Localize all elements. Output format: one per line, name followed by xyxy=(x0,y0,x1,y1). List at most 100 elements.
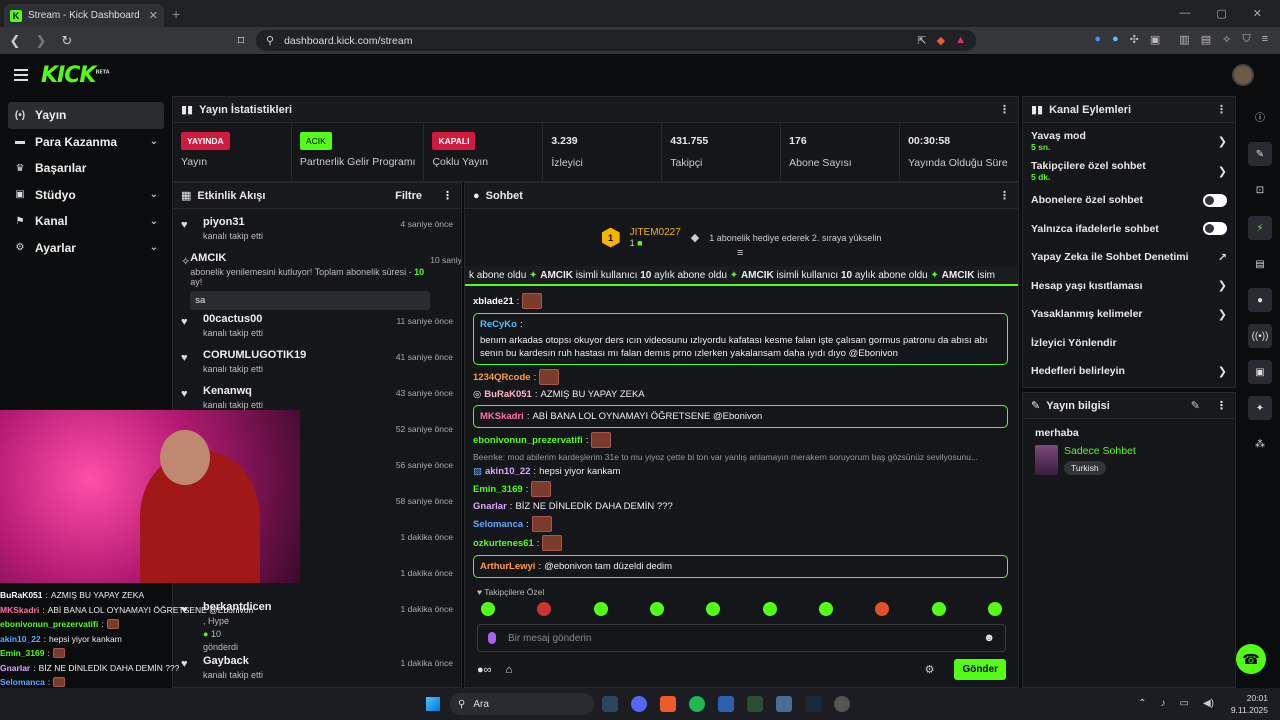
chat-username[interactable]: 1234QRcode xyxy=(473,371,531,384)
chat-username[interactable]: ozkurtenes61 xyxy=(473,537,534,550)
action-6[interactable]: Yasaklanmış kelimeler ❯ xyxy=(1023,300,1235,329)
extension-icon[interactable]: ▣ xyxy=(1150,33,1160,46)
emote-icon[interactable] xyxy=(706,602,721,616)
chevron-down-icon[interactable]: ⌄ xyxy=(150,216,158,227)
edit-icon[interactable]: ✎ xyxy=(1248,142,1272,166)
volume-icon[interactable]: ◀) xyxy=(1203,698,1214,709)
action-1[interactable]: Takipçilere özel sohbet 5 dk. ❯ xyxy=(1023,156,1235,186)
menu-icon[interactable]: ≡ xyxy=(1262,33,1268,46)
community-icon[interactable]: ●∞ xyxy=(477,664,492,676)
browser-tab[interactable]: K Stream - Kick Dashboard ✕ xyxy=(4,4,164,27)
taskbar-search[interactable]: ⚲ Ara xyxy=(450,693,594,715)
maximize-icon[interactable]: ▢ xyxy=(1216,7,1226,20)
emote-icon[interactable] xyxy=(931,602,946,616)
clock[interactable]: 20:01 9.11.2025 xyxy=(1231,692,1268,716)
help-button[interactable]: ☎ xyxy=(1236,644,1266,674)
user-avatar[interactable] xyxy=(1232,64,1254,86)
nav-item-5[interactable]: ⚙ Ayarlar ⌄ xyxy=(8,235,164,262)
store-icon[interactable]: ⌂ xyxy=(506,664,513,676)
spotify-icon[interactable] xyxy=(689,696,705,712)
edit-icon[interactable]: ✎ xyxy=(1191,399,1200,412)
collapse-icon[interactable]: ≡ xyxy=(737,247,743,259)
nav-item-3[interactable]: ▣ Stüdyo ⌄ xyxy=(8,182,164,209)
chat-username[interactable]: Emin_3169 xyxy=(473,483,523,496)
mic-icon[interactable]: ♪ xyxy=(1161,698,1166,709)
share-icon[interactable]: ⇱ xyxy=(917,34,926,47)
emote-icon[interactable] xyxy=(537,602,552,616)
kick-logo[interactable]: KICKBETA xyxy=(41,63,110,88)
filter-button[interactable]: Filtre xyxy=(395,190,422,202)
chevron-right-icon[interactable]: ❯ xyxy=(1218,279,1227,292)
category-name[interactable]: Sadece Sohbet xyxy=(1064,445,1136,457)
chevron-right-icon[interactable]: ❯ xyxy=(1218,365,1227,378)
mic-icon[interactable] xyxy=(488,632,496,644)
action-0[interactable]: Yavaş mod 5 sn. ❯ xyxy=(1023,126,1235,156)
lightning-icon[interactable]: ⚡ xyxy=(1248,216,1272,240)
app-icon[interactable] xyxy=(776,696,792,712)
emote-icon[interactable] xyxy=(593,602,608,616)
wallet-icon[interactable]: ▤ xyxy=(1201,33,1211,46)
rewards-icon[interactable]: ▲ xyxy=(955,34,966,47)
toggle-switch[interactable] xyxy=(1203,193,1227,207)
action-5[interactable]: Hesap yaşı kısıtlaması ❯ xyxy=(1023,272,1235,301)
app-icon[interactable] xyxy=(747,696,763,712)
info-icon[interactable]: ⓘ xyxy=(1248,104,1272,128)
nav-item-4[interactable]: ⚑ Kanal ⌄ xyxy=(8,208,164,235)
chevron-down-icon[interactable]: ⌄ xyxy=(150,136,158,147)
windows-start-icon[interactable] xyxy=(426,697,440,711)
reload-icon[interactable]: ↻ xyxy=(60,33,74,49)
emote-icon[interactable] xyxy=(762,602,777,616)
nav-item-2[interactable]: ♛ Başarılar xyxy=(8,155,164,182)
chat-bubble-icon[interactable]: ● xyxy=(1248,288,1272,312)
emote-icon[interactable] xyxy=(875,602,890,616)
emote-icon[interactable] xyxy=(818,602,833,616)
close-tab-icon[interactable]: ✕ xyxy=(149,9,158,22)
extension-icon[interactable]: ● xyxy=(1094,33,1101,46)
chevron-right-icon[interactable]: ❯ xyxy=(1218,165,1227,178)
chat-username[interactable]: Gnarlar xyxy=(473,500,507,513)
network-icon[interactable]: ▭ xyxy=(1180,698,1189,709)
bookmark-icon[interactable]: ⌑ xyxy=(234,33,248,49)
action-4[interactable]: Yapay Zeka ile Sohbet Denetimi ↗ xyxy=(1023,243,1235,272)
back-icon[interactable]: ❮ xyxy=(8,33,22,49)
new-tab-button[interactable]: + xyxy=(172,6,180,22)
more-options-icon[interactable]: ⋮ xyxy=(999,189,1010,202)
chevron-down-icon[interactable]: ⌄ xyxy=(150,242,158,253)
media-icon[interactable]: ▣ xyxy=(1248,360,1272,384)
brave-icon[interactable] xyxy=(660,696,676,712)
emoji-icon[interactable]: ☻ xyxy=(983,632,995,644)
emote-icon[interactable] xyxy=(481,602,495,616)
send-button[interactable]: Gönder xyxy=(954,659,1006,680)
close-window-icon[interactable]: ✕ xyxy=(1253,7,1262,20)
minimize-icon[interactable]: — xyxy=(1179,7,1190,20)
forward-icon[interactable]: ❯ xyxy=(34,33,48,49)
chevron-down-icon[interactable]: ⌄ xyxy=(150,189,158,200)
leo-icon[interactable]: ✧ xyxy=(1222,33,1231,46)
pinned-gifter[interactable]: 1 JITEM0227 1 ■ ◆ 1 abonelik hediye eder… xyxy=(465,209,1018,266)
chat-username[interactable]: akin10_22 xyxy=(485,465,530,478)
brave-shield-icon[interactable]: ◆ xyxy=(937,34,945,47)
camera-icon[interactable]: ⊡ xyxy=(1248,178,1272,202)
chat-username[interactable]: ArthurLewyi xyxy=(480,560,535,573)
chat-username[interactable]: MKSkadri xyxy=(480,410,524,423)
action-3[interactable]: Yalnızca ifadelerle sohbet xyxy=(1023,215,1235,244)
emote-icon[interactable] xyxy=(649,602,664,616)
steam-icon[interactable] xyxy=(805,696,821,712)
action-7[interactable]: İzleyici Yönlendir xyxy=(1023,329,1235,358)
url-field[interactable]: ⚲ dashboard.kick.com/stream ⇱ ◆ ▲ xyxy=(256,30,976,51)
chat-input[interactable]: Bir mesaj gönderin ☻ xyxy=(477,624,1006,652)
chevron-up-icon[interactable]: ⌃ xyxy=(1138,698,1146,709)
external-link-icon[interactable]: ↗ xyxy=(1218,251,1227,264)
vpn-icon[interactable]: ⛉ xyxy=(1242,33,1250,46)
app-icon[interactable] xyxy=(718,696,734,712)
document-icon[interactable]: ▤ xyxy=(1248,252,1272,276)
toggle-switch[interactable] xyxy=(1203,222,1227,236)
chevron-right-icon[interactable]: ❯ xyxy=(1218,308,1227,321)
action-2[interactable]: Abonelere özel sohbet xyxy=(1023,186,1235,215)
sidebar-icon[interactable]: ▥ xyxy=(1179,33,1189,46)
more-options-icon[interactable]: ⋮ xyxy=(442,189,453,202)
more-options-icon[interactable]: ⋮ xyxy=(1216,103,1227,116)
nav-item-1[interactable]: ▬ Para Kazanma ⌄ xyxy=(8,129,164,156)
chat-username[interactable]: ebonivonun_prezervatifi xyxy=(473,434,583,447)
chat-settings-icon[interactable]: ⚙ xyxy=(925,663,935,676)
